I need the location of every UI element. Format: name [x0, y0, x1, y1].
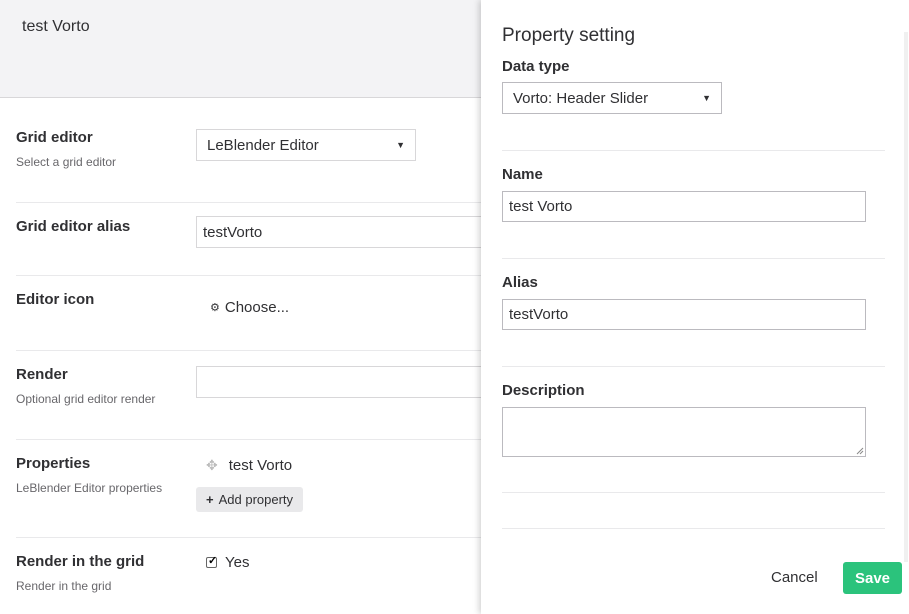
grid-editor-alias-label: Grid editor alias [16, 218, 131, 235]
render-in-grid-label: Render in the grid [16, 553, 145, 570]
plus-icon: + [206, 492, 214, 507]
divider [502, 258, 885, 259]
grid-editor-alias-input[interactable]: testVorto [196, 216, 496, 248]
chevron-down-icon: ▼ [702, 93, 711, 103]
render-in-grid-toggle[interactable]: Yes [206, 554, 249, 571]
render-desc: Optional grid editor render [16, 392, 156, 406]
name-input[interactable]: test Vorto [502, 191, 866, 222]
resize-grip-icon[interactable] [856, 447, 864, 455]
editor-title: test Vorto [22, 18, 90, 35]
properties-desc: LeBlender Editor properties [16, 481, 163, 495]
cogs-icon: ⚙ [210, 302, 220, 314]
panel-scrollbar[interactable] [904, 32, 908, 562]
grid-editor-label: Grid editor [16, 129, 93, 146]
description-textarea[interactable] [502, 407, 866, 457]
alias-label: Alias [502, 274, 538, 291]
add-property-button[interactable]: + Add property [196, 487, 304, 512]
grid-editor-desc: Select a grid editor [16, 155, 117, 169]
data-type-select-value: Vorto: Header Slider [513, 89, 649, 107]
render-row: Render Optional grid editor render [16, 351, 496, 440]
grid-editor-alias-row: Grid editor alias testVorto [16, 203, 496, 276]
choose-icon-button[interactable]: ⚙ Choose... [210, 299, 289, 316]
add-property-label: Add property [218, 492, 294, 507]
name-label: Name [502, 166, 543, 183]
panel-title: Property setting [502, 25, 636, 46]
grid-editor-select[interactable]: LeBlender Editor ▼ [196, 129, 416, 161]
property-item[interactable]: ✥ test Vorto [206, 457, 292, 474]
render-in-grid-checkbox-label: Yes [225, 554, 250, 571]
properties-row: Properties LeBlender Editor properties ✥… [16, 440, 486, 538]
divider [502, 150, 885, 151]
grid-editor-row: Grid editor Select a grid editor LeBlend… [16, 98, 486, 203]
description-label: Description [502, 382, 585, 399]
editor-icon-label: Editor icon [16, 291, 95, 308]
editor-icon-row: Editor icon ⚙ Choose... [16, 276, 486, 351]
data-type-label: Data type [502, 58, 570, 75]
divider [502, 528, 885, 529]
render-label: Render [16, 366, 68, 383]
chevron-down-icon: ▼ [396, 140, 405, 150]
save-button[interactable]: Save [843, 562, 902, 594]
drag-handle-icon[interactable]: ✥ [206, 457, 218, 474]
properties-label: Properties [16, 455, 91, 472]
property-item-label: test Vorto [228, 457, 293, 474]
divider [502, 366, 885, 367]
choose-icon-label: Choose... [224, 299, 290, 316]
divider [502, 492, 885, 493]
render-in-grid-checkbox[interactable] [206, 554, 217, 568]
render-in-grid-row: Render in the grid Render in the grid Ye… [16, 538, 486, 614]
alias-input[interactable]: testVorto [502, 299, 866, 330]
property-setting-panel: Property setting Data type Vorto: Header… [481, 0, 909, 614]
data-type-select[interactable]: Vorto: Header Slider ▼ [502, 82, 722, 114]
grid-editor-select-value: LeBlender Editor [207, 136, 319, 154]
cancel-button[interactable]: Cancel [771, 563, 818, 591]
render-input[interactable] [196, 366, 496, 398]
render-in-grid-desc: Render in the grid [16, 579, 112, 593]
